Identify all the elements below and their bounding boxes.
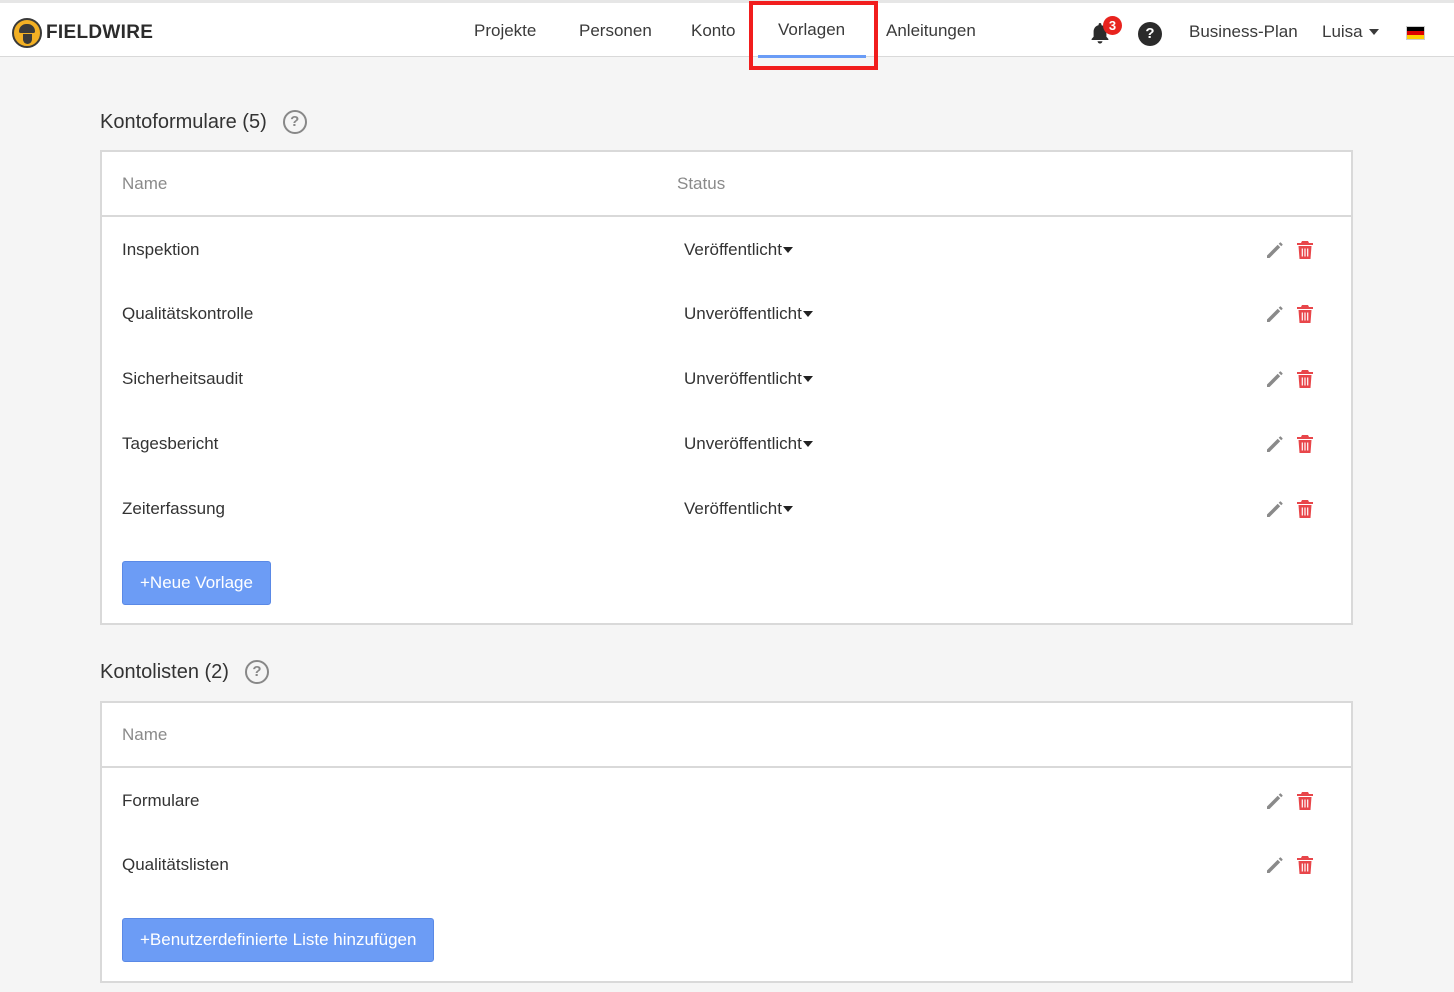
table-row: Formulare <box>102 781 1351 821</box>
table-row: Tagesbericht Unveröffentlicht <box>102 424 1351 464</box>
pencil-icon[interactable] <box>1265 499 1285 519</box>
form-name: Inspektion <box>122 240 200 259</box>
status-dropdown[interactable]: Unveröffentlicht <box>684 434 813 454</box>
pencil-icon[interactable] <box>1265 855 1285 875</box>
form-name: Sicherheitsaudit <box>122 369 243 388</box>
new-template-button[interactable]: +Neue Vorlage <box>122 561 271 605</box>
table-row: Qualitätskontrolle Unveröffentlicht <box>102 294 1351 334</box>
column-header-name: Name <box>122 725 168 744</box>
forms-table-header: Name Status <box>102 152 1351 217</box>
pencil-icon[interactable] <box>1265 369 1285 389</box>
lists-section-title: Kontolisten (2) <box>100 660 229 683</box>
pencil-icon[interactable] <box>1265 791 1285 811</box>
caret-down-icon <box>802 376 813 382</box>
nav-item-personen[interactable]: Personen <box>579 21 652 41</box>
trash-icon[interactable] <box>1296 369 1314 389</box>
trash-icon[interactable] <box>1296 434 1314 454</box>
business-plan-link[interactable]: Business-Plan <box>1189 22 1298 42</box>
nav-item-projekte[interactable]: Projekte <box>474 21 536 41</box>
pencil-icon[interactable] <box>1265 434 1285 454</box>
pencil-icon[interactable] <box>1265 240 1285 260</box>
status-label: Veröffentlicht <box>684 499 782 518</box>
table-row: Sicherheitsaudit Unveröffentlicht <box>102 359 1351 399</box>
status-dropdown[interactable]: Veröffentlicht <box>684 499 793 519</box>
status-dropdown[interactable]: Veröffentlicht <box>684 240 793 260</box>
question-circle-icon[interactable]: ? <box>282 110 307 134</box>
user-menu[interactable]: Luisa <box>1322 22 1379 42</box>
status-label: Unveröffentlicht <box>684 434 802 453</box>
form-name: Qualitätskontrolle <box>122 304 254 323</box>
lists-section-title-row: Kontolisten (2) ? <box>100 660 269 684</box>
caret-down-icon <box>802 311 813 317</box>
list-name: Qualitätslisten <box>122 855 229 874</box>
chevron-down-icon <box>1368 29 1379 35</box>
help-icon[interactable]: ? <box>1138 22 1162 46</box>
status-dropdown[interactable]: Unveröffentlicht <box>684 304 813 324</box>
list-name: Formulare <box>122 791 200 810</box>
caret-down-icon <box>782 506 793 512</box>
forms-table-panel: Name Status Inspektion Veröffentlicht Qu… <box>100 150 1353 625</box>
question-circle-icon[interactable]: ? <box>244 660 269 684</box>
trash-icon[interactable] <box>1296 240 1314 260</box>
notification-count-badge: 3 <box>1103 16 1122 35</box>
top-navigation-bar: FIELDWIRE Projekte Personen Konto Vorlag… <box>0 0 1454 58</box>
table-row: Inspektion Veröffentlicht <box>102 230 1351 270</box>
status-label: Unveröffentlicht <box>684 304 802 323</box>
nav-item-konto[interactable]: Konto <box>691 21 735 41</box>
form-name: Zeiterfassung <box>122 499 225 518</box>
fieldwire-logo[interactable]: FIELDWIRE <box>12 18 153 48</box>
forms-section-title: Kontoformulare (5) <box>100 110 267 133</box>
pencil-icon[interactable] <box>1265 304 1285 324</box>
lists-table-header: Name <box>102 703 1351 768</box>
fieldwire-logo-icon <box>12 18 42 48</box>
trash-icon[interactable] <box>1296 791 1314 811</box>
de-flag-icon[interactable] <box>1406 26 1425 40</box>
status-label: Veröffentlicht <box>684 240 782 259</box>
table-row: Zeiterfassung Veröffentlicht <box>102 489 1351 529</box>
lists-table-panel: Name Formulare Qualitätslisten +Benutzer… <box>100 701 1353 983</box>
add-custom-list-button[interactable]: +Benutzerdefinierte Liste hinzufügen <box>122 918 435 962</box>
brand-name: FIELDWIRE <box>46 22 154 43</box>
table-row: Qualitätslisten <box>102 845 1351 885</box>
user-name: Luisa <box>1322 22 1363 41</box>
caret-down-icon <box>802 441 813 447</box>
trash-icon[interactable] <box>1296 499 1314 519</box>
trash-icon[interactable] <box>1296 855 1314 875</box>
caret-down-icon <box>782 247 793 253</box>
form-name: Tagesbericht <box>122 434 219 453</box>
column-header-status: Status <box>677 174 726 193</box>
trash-icon[interactable] <box>1296 304 1314 324</box>
column-header-name: Name <box>122 174 168 193</box>
status-dropdown[interactable]: Unveröffentlicht <box>684 369 813 389</box>
forms-section-title-row: Kontoformulare (5) ? <box>100 110 307 134</box>
vorlagen-highlight-box <box>749 1 878 70</box>
nav-item-anleitungen[interactable]: Anleitungen <box>886 21 976 41</box>
status-label: Unveröffentlicht <box>684 369 802 388</box>
